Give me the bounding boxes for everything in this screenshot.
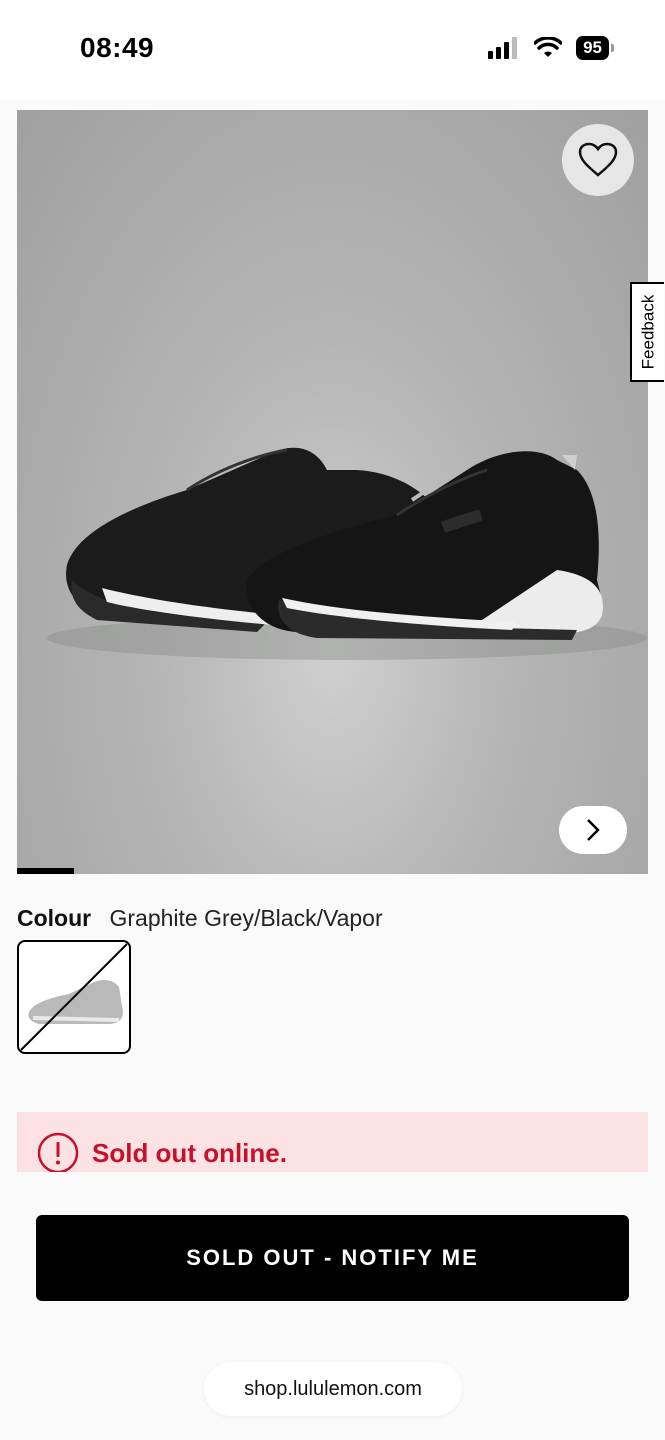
- alert-circle-icon: [37, 1132, 79, 1174]
- wifi-icon: [534, 37, 563, 57]
- chevron-right-icon: [587, 819, 600, 841]
- browser-url-bar[interactable]: shop.lululemon.com: [204, 1362, 462, 1416]
- colour-row: Colour Graphite Grey/Black/Vapor: [17, 905, 383, 932]
- signal-icon: [488, 37, 518, 59]
- status-bar: 08:49 95: [0, 0, 665, 100]
- sold-out-alert: Sold out online.: [17, 1112, 648, 1174]
- product-image-shoes: [47, 447, 647, 660]
- status-time: 08:49: [80, 32, 155, 63]
- feedback-tab[interactable]: Feedback: [630, 282, 664, 382]
- heart-icon: [578, 142, 618, 177]
- gallery-progress: [17, 868, 648, 874]
- bottom-action-bar: SOLD OUT - NOTIFY ME shop.lululemon.com: [0, 1172, 665, 1440]
- alert-message: Sold out online.: [92, 1138, 287, 1168]
- product-image-gallery[interactable]: [17, 110, 648, 874]
- next-image-button[interactable]: [559, 806, 627, 854]
- notify-me-button[interactable]: SOLD OUT - NOTIFY ME: [36, 1215, 629, 1301]
- status-icons: 95: [488, 36, 614, 60]
- colour-value: Graphite Grey/Black/Vapor: [109, 905, 383, 931]
- wishlist-button[interactable]: [562, 124, 634, 196]
- colour-swatch[interactable]: [17, 940, 131, 1054]
- gallery-progress-fill: [17, 868, 74, 874]
- feedback-label: Feedback: [638, 294, 658, 370]
- battery-icon: 95: [576, 36, 614, 60]
- swatch-shoe-image: [20, 943, 128, 1051]
- colour-label: Colour: [17, 905, 92, 931]
